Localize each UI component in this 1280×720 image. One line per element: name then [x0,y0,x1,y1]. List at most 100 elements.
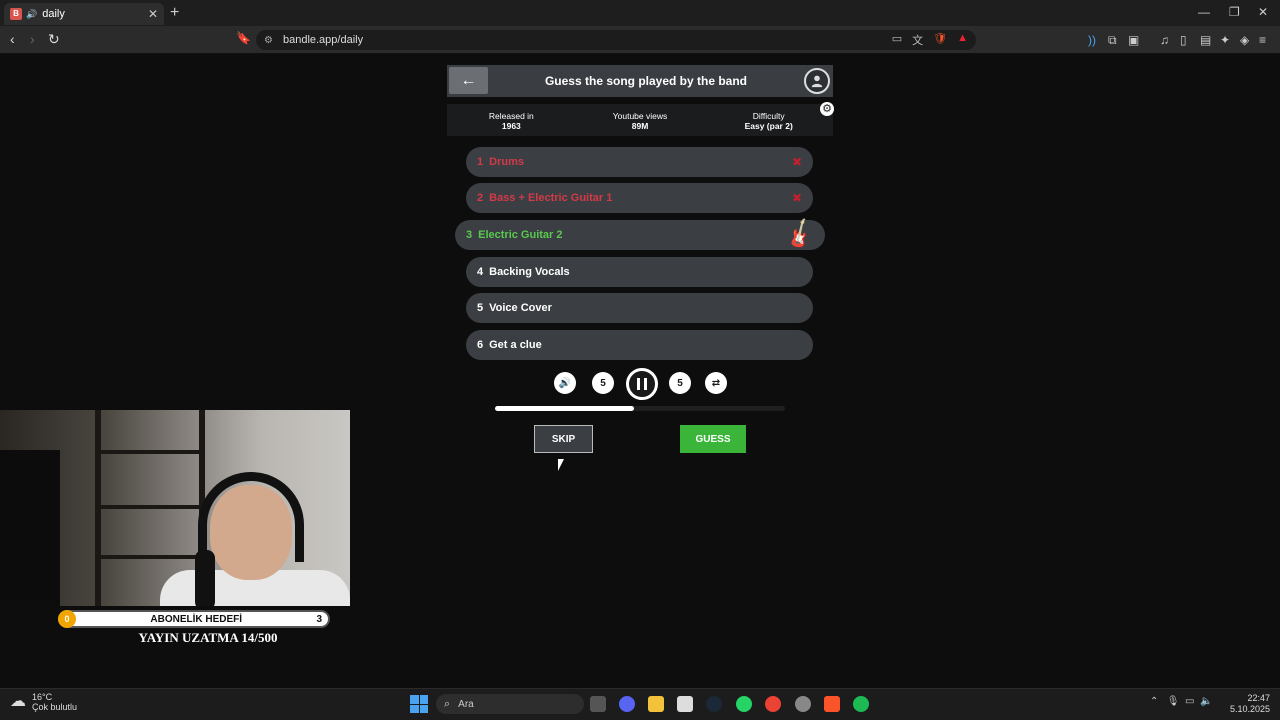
steam-icon[interactable] [706,696,722,712]
windows-start-icon[interactable] [410,695,428,713]
track-row-drums[interactable]: 1 Drums ✖ [466,147,813,177]
task-view-icon[interactable] [590,696,606,712]
address-bar[interactable]: ⚙ bandle.app/daily ▭ 文 🛡 ▲ [256,30,976,50]
no-loop-icon[interactable]: ⇄ [705,372,727,394]
tray-overflow-icon[interactable]: ⌃ [1150,696,1158,707]
site-settings-icon[interactable]: ⚙ [264,35,273,46]
system-tray: ⌃ 🎙 ▭ 🔈 [1150,696,1212,707]
skip-button[interactable]: SKIP [534,425,593,453]
whatsapp-icon[interactable] [736,696,752,712]
weather-widget[interactable]: ☁ 16°C Çok bulutlu [10,692,77,712]
minimize-icon[interactable]: — [1198,5,1210,19]
track-label: Backing Vocals [489,266,570,278]
search-placeholder: Ara [458,698,474,710]
audio-progress-fill [495,406,634,411]
translate-icon[interactable]: 文 [912,32,923,48]
screenshot-icon[interactable]: ▣ [1128,33,1139,47]
reload-icon[interactable]: ↻ [48,31,60,48]
settings-gear-icon[interactable]: ⚙ [820,102,834,116]
difficulty-label: Difficulty [752,111,785,121]
start-tile [410,704,419,713]
vpn-icon[interactable]: ◈ [1240,33,1249,47]
webcam-shelf-board [95,505,205,509]
guitar-icon: 🎸 [781,216,819,253]
leo-ai-icon[interactable]: ✦ [1220,33,1230,47]
release-value: 1963 [501,121,521,131]
track-number: 1 [477,156,484,168]
guess-button[interactable]: GUESS [680,425,746,453]
settings-app-icon[interactable] [795,696,811,712]
rewind-5-icon[interactable]: 5 [592,372,614,394]
webcam-headset [198,472,304,562]
track-row-electric-guitar[interactable]: 3 Electric Guitar 2 🎸 [455,216,825,253]
bookmark-icon[interactable]: 🔖 [236,31,251,45]
forward-icon[interactable]: › [30,31,35,47]
file-explorer-icon[interactable] [648,696,664,712]
webcam-shelf-board [95,555,205,559]
weather-temp: 16°C [32,692,53,702]
start-tile [419,695,428,704]
microsoft-store-icon[interactable] [677,696,693,712]
weather-desc: Çok bulutlu [32,702,78,712]
back-arrow-button[interactable]: ← [449,67,488,94]
music-icon[interactable]: ♫ [1160,33,1169,47]
start-tile [410,695,419,704]
discord-icon[interactable] [619,696,635,712]
track-label: Electric Guitar 2 [478,229,563,241]
track-label: Bass + Electric Guitar 1 [489,192,613,204]
search-icon: ⌕ [444,697,451,710]
track-number: 6 [477,339,484,351]
taskbar-search[interactable]: ⌕ Ara [436,694,584,714]
sound-wave-icon[interactable]: )) [1088,33,1096,47]
pause-bar [644,378,647,390]
cast-icon[interactable]: ▭ [892,32,902,48]
track-number: 2 [477,192,484,204]
track-number: 4 [477,266,484,278]
webcam-monitor [0,450,60,606]
extensions-icon[interactable]: ⧉ [1108,33,1117,48]
game-title: Guess the song played by the band [544,74,748,88]
goal-label: ABONELİK HEDEFİ [150,613,243,625]
close-tab-icon[interactable]: ✕ [148,7,158,21]
taskbar-clock[interactable]: 22:47 5.10.2025 [1230,693,1270,715]
sidebar-icon[interactable]: ▯ [1180,33,1187,47]
track-row-voice-cover[interactable]: 5 Voice Cover [466,293,813,323]
restore-icon[interactable]: ❐ [1229,5,1240,19]
track-row-backing-vocals[interactable]: 4 Backing Vocals [466,257,813,287]
close-window-icon[interactable]: ✕ [1258,5,1268,19]
speaker-icon[interactable]: 🔈 [1200,696,1212,707]
brave-browser-icon[interactable] [824,696,840,712]
goal-current: 0 [58,610,76,628]
brave-shields-icon[interactable]: 🛡 [933,32,947,48]
menu-icon[interactable]: ≡ [1259,33,1266,47]
brave-rewards-icon[interactable]: ▲ [957,32,968,48]
audio-playing-icon[interactable]: 🔊 [26,9,37,20]
forward-5-icon[interactable]: 5 [669,372,691,394]
display-icon[interactable]: ▭ [1185,696,1194,707]
webcam-feed [0,410,350,606]
microphone-icon[interactable]: 🎙 [1167,696,1180,707]
track-number: 3 [466,229,473,241]
track-number: 5 [477,302,484,314]
views-info: Youtube views 89M [576,104,705,136]
tab-title: daily [42,8,65,20]
url-text: bandle.app/daily [282,34,364,46]
views-label: Youtube views [612,111,668,121]
track-row-get-clue[interactable]: 6 Get a clue [466,330,813,360]
volume-icon[interactable]: 🔊 [554,372,576,394]
browser-tab[interactable]: B 🔊 daily ✕ [4,3,164,25]
chrome-icon[interactable] [765,696,781,712]
webcam-shelf-board [95,450,205,454]
spotify-icon[interactable] [853,696,869,712]
mouse-cursor [558,459,564,471]
pause-button[interactable] [626,368,658,400]
track-row-bass-guitar[interactable]: 2 Bass + Electric Guitar 1 ✖ [466,183,813,213]
song-info-bar: Released in 1963 Youtube views 89M Diffi… [447,104,833,136]
track-label: Drums [489,156,524,168]
profile-icon[interactable] [804,68,830,94]
wallet-icon[interactable]: ▤ [1200,33,1211,47]
new-tab-button[interactable]: + [170,4,179,22]
back-icon[interactable]: ‹ [10,31,15,47]
views-value: 89M [631,121,649,131]
difficulty-value: Easy (par 2) [744,121,793,131]
